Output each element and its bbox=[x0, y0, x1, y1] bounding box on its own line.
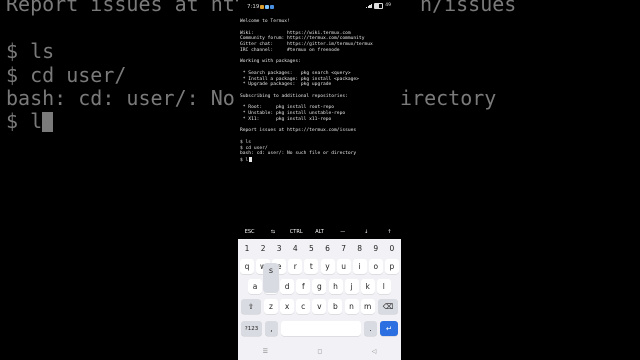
key-z[interactable]: z bbox=[264, 299, 278, 314]
key-k[interactable]: k bbox=[360, 279, 375, 294]
key-y[interactable]: y bbox=[320, 259, 335, 274]
bg-line: bash: cd: user/: No bbox=[6, 86, 235, 110]
bg-line: $ cd user/ bbox=[6, 63, 127, 87]
enter-key[interactable]: ↵ bbox=[380, 321, 398, 336]
key-m[interactable]: m bbox=[360, 299, 375, 314]
key-v[interactable]: v bbox=[312, 299, 327, 314]
letter-row-2: asdfghjkls bbox=[238, 263, 401, 295]
home-nav-icon[interactable]: ◻ bbox=[317, 348, 322, 355]
bg-line: Report issues at htt bbox=[6, 0, 247, 16]
key-d[interactable]: d bbox=[280, 279, 295, 294]
key-n[interactable]: n bbox=[344, 299, 359, 314]
key-4[interactable]: 4 bbox=[288, 241, 302, 256]
key-2[interactable]: 2 bbox=[256, 241, 270, 256]
symbols-key[interactable]: ?123 bbox=[241, 321, 262, 336]
notification-icon bbox=[265, 4, 269, 9]
key-u[interactable]: u bbox=[336, 259, 351, 274]
extra-key[interactable]: — bbox=[331, 229, 354, 235]
backspace-key[interactable]: ⌫ bbox=[378, 299, 398, 314]
key-i[interactable]: i bbox=[352, 259, 367, 274]
key-r[interactable]: r bbox=[288, 259, 303, 274]
bg-prompt-line: $ l bbox=[6, 109, 54, 133]
key-l[interactable]: l bbox=[376, 279, 391, 294]
key-g[interactable]: g bbox=[312, 279, 327, 294]
extra-key[interactable]: ↑ bbox=[378, 229, 401, 235]
extra-key[interactable]: ESC bbox=[238, 229, 261, 235]
bg-fragment: irectory bbox=[400, 86, 497, 110]
terminal-cursor bbox=[249, 157, 252, 162]
bottom-row: ?123 , . ↵ bbox=[238, 321, 401, 337]
key-c[interactable]: c bbox=[296, 299, 311, 314]
key-q[interactable]: q bbox=[240, 259, 254, 274]
terminal-prompt-text: $ l bbox=[240, 157, 249, 163]
extra-key[interactable]: ⇆ bbox=[261, 229, 284, 235]
key-f[interactable]: f bbox=[296, 279, 311, 294]
terminal-line: $ l bbox=[240, 157, 400, 163]
key-0[interactable]: 0 bbox=[385, 241, 399, 256]
extra-key[interactable]: ↓ bbox=[354, 229, 377, 235]
key-1[interactable]: 1 bbox=[240, 241, 254, 256]
nav-bar: ☰ ◻ ◁ bbox=[238, 342, 401, 360]
period-key[interactable]: . bbox=[364, 321, 377, 336]
bg-line: $ ls bbox=[6, 39, 55, 63]
extra-key[interactable]: ALT bbox=[308, 229, 331, 235]
bg-fragment: n/issues bbox=[420, 0, 517, 16]
terminal-output[interactable]: Welcome to Termux! Wiki: https://wiki.ter… bbox=[240, 19, 400, 163]
key-8[interactable]: 8 bbox=[353, 241, 367, 256]
key-b[interactable]: b bbox=[328, 299, 343, 314]
extra-key[interactable]: CTRL bbox=[285, 229, 308, 235]
key-popup: s bbox=[263, 263, 279, 293]
bg-line: $ l bbox=[6, 109, 43, 133]
letter-row-3: ⇧ z x c v b n m ⌫ bbox=[238, 299, 401, 315]
status-time: 7:19 bbox=[247, 4, 260, 10]
key-6[interactable]: 6 bbox=[321, 241, 335, 256]
key-t[interactable]: t bbox=[304, 259, 319, 274]
notification-icon bbox=[270, 4, 274, 9]
key-7[interactable]: 7 bbox=[337, 241, 351, 256]
status-icons: 49 bbox=[366, 3, 391, 9]
menu-nav-icon[interactable]: ☰ bbox=[263, 348, 268, 355]
status-bar: 7:19 49 bbox=[238, 0, 401, 14]
key-o[interactable]: o bbox=[368, 259, 383, 274]
extra-keys-row: ESC ⇆ CTRL ALT — ↓ ↑ bbox=[238, 226, 401, 238]
key-a[interactable]: a bbox=[248, 279, 262, 294]
key-3[interactable]: 3 bbox=[272, 241, 286, 256]
notification-icon bbox=[260, 4, 264, 9]
phone-screen: 7:19 49 Welcome to Termux! Wiki: https://… bbox=[238, 0, 401, 360]
back-nav-icon[interactable]: ◁ bbox=[372, 348, 377, 355]
key-9[interactable]: 9 bbox=[369, 241, 383, 256]
battery-icon bbox=[374, 3, 384, 9]
key-p[interactable]: p bbox=[384, 259, 399, 274]
shift-key[interactable]: ⇧ bbox=[241, 299, 261, 314]
bg-cursor bbox=[42, 112, 54, 132]
soft-keyboard: 1234567890 qwertyuiop asdfghjkls ⇧zxcvbn… bbox=[238, 239, 401, 342]
key-x[interactable]: x bbox=[280, 299, 295, 314]
key-j[interactable]: j bbox=[344, 279, 359, 294]
number-row: 1234567890 bbox=[238, 241, 401, 257]
battery-percent: 49 bbox=[385, 3, 391, 9]
key-h[interactable]: h bbox=[328, 279, 343, 294]
key-5[interactable]: 5 bbox=[304, 241, 318, 256]
signal-icon bbox=[366, 3, 373, 9]
space-bar[interactable] bbox=[281, 321, 361, 336]
comma-key[interactable]: , bbox=[265, 321, 278, 336]
